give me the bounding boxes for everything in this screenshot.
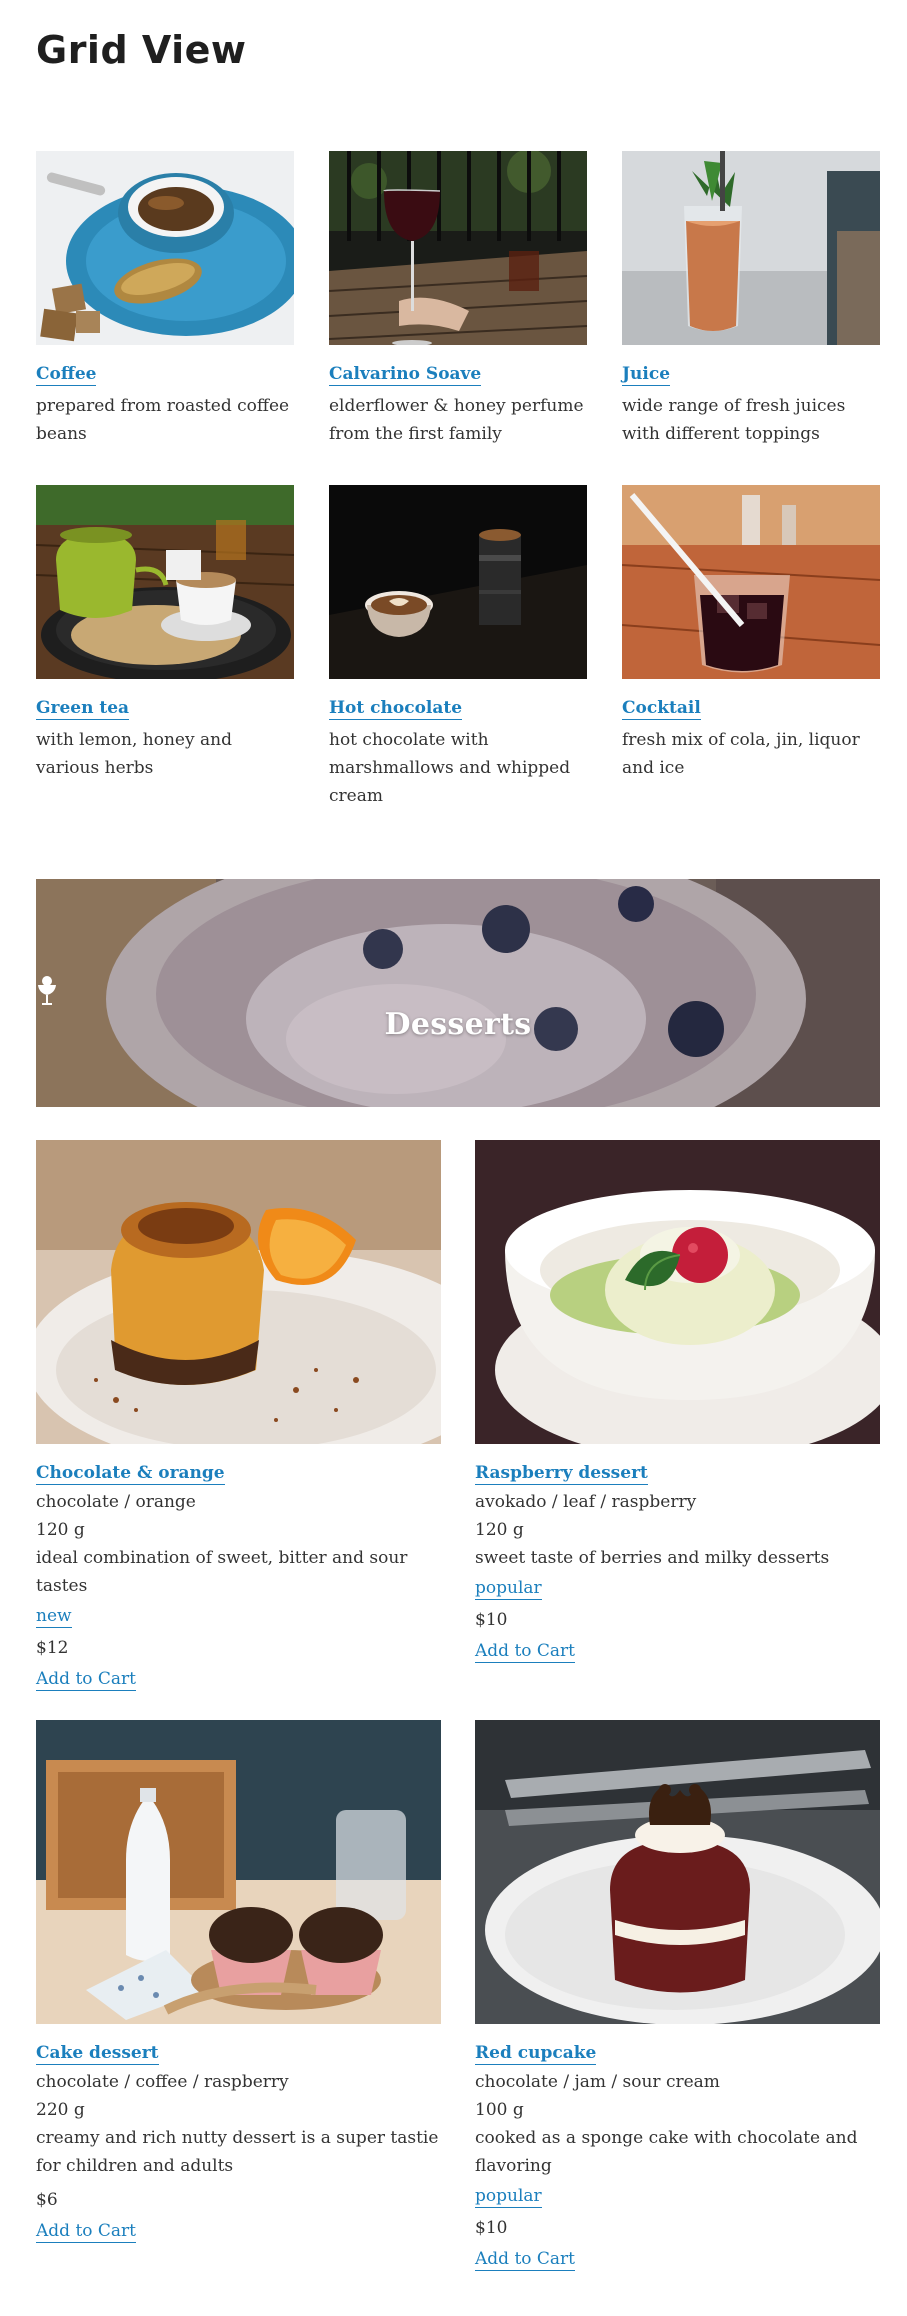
dessert-tag[interactable]: popular bbox=[475, 2185, 542, 2208]
desserts-banner: Desserts bbox=[36, 879, 880, 1107]
drink-card: Juice wide range of fresh juices with di… bbox=[622, 151, 880, 485]
cocktail-photo[interactable] bbox=[622, 485, 880, 679]
page-title: Grid View bbox=[36, 28, 247, 72]
drink-title-link[interactable]: Hot chocolate bbox=[329, 698, 463, 720]
hot-chocolate-photo[interactable] bbox=[329, 485, 587, 679]
banner-heading: Desserts bbox=[36, 975, 880, 1042]
dessert-description: ideal combination of sweet, bitter and s… bbox=[36, 1548, 408, 1596]
dessert-tag[interactable]: new bbox=[36, 1605, 72, 1628]
dessert-ingredients: avokado / leaf / raspberry bbox=[475, 1492, 697, 1512]
drink-card: Cocktail fresh mix of cola, jin, liquor … bbox=[622, 485, 880, 819]
desserts-grid: Chocolate & orange chocolate / orange 12… bbox=[36, 1140, 880, 2300]
drink-description: with lemon, honey and various herbs bbox=[36, 730, 232, 778]
dessert-description: cooked as a sponge cake with chocolate a… bbox=[475, 2128, 858, 2176]
cake-dessert-photo[interactable] bbox=[36, 1720, 441, 2024]
coffee-photo[interactable] bbox=[36, 151, 294, 345]
dessert-ingredients: chocolate / jam / sour cream bbox=[475, 2072, 720, 2092]
dessert-description: creamy and rich nutty dessert is a super… bbox=[36, 2128, 439, 2176]
add-to-cart-button[interactable]: Add to Cart bbox=[475, 2248, 576, 2271]
dessert-weight: 120 g bbox=[36, 1520, 85, 1540]
drink-description: elderflower & honey perfume from the fir… bbox=[329, 396, 584, 444]
wine-photo[interactable] bbox=[329, 151, 587, 345]
dessert-card: Chocolate & orange chocolate / orange 12… bbox=[36, 1140, 441, 1720]
dessert-card: Cake dessert chocolate / coffee / raspbe… bbox=[36, 1720, 441, 2300]
dessert-card: Raspberry dessert avokado / leaf / raspb… bbox=[475, 1140, 880, 1720]
red-cupcake-photo[interactable] bbox=[475, 1720, 880, 2024]
dessert-title-link[interactable]: Chocolate & orange bbox=[36, 1463, 225, 1485]
drink-title-link[interactable]: Green tea bbox=[36, 698, 130, 720]
add-to-cart-button[interactable]: Add to Cart bbox=[36, 2220, 137, 2243]
drink-card: Green tea with lemon, honey and various … bbox=[36, 485, 294, 819]
dessert-card: Red cupcake chocolate / jam / sour cream… bbox=[475, 1720, 880, 2300]
add-to-cart-button[interactable]: Add to Cart bbox=[475, 1640, 576, 1663]
dessert-title-link[interactable]: Red cupcake bbox=[475, 2043, 597, 2065]
dessert-weight: 220 g bbox=[36, 2100, 85, 2120]
add-to-cart-button[interactable]: Add to Cart bbox=[36, 1668, 137, 1691]
drink-description: prepared from roasted coffee beans bbox=[36, 396, 290, 444]
dessert-price: $10 bbox=[475, 2218, 508, 2238]
dessert-ingredients: chocolate / coffee / raspberry bbox=[36, 2072, 289, 2092]
banner-title: Desserts bbox=[384, 1007, 532, 1042]
green-tea-photo[interactable] bbox=[36, 485, 294, 679]
drink-description: fresh mix of cola, jin, liquor and ice bbox=[622, 730, 860, 778]
drinks-grid: Coffee prepared from roasted coffee bean… bbox=[36, 151, 880, 819]
drink-title-link[interactable]: Coffee bbox=[36, 364, 97, 386]
drink-card: Calvarino Soave elderflower & honey perf… bbox=[329, 151, 587, 485]
dessert-ingredients: chocolate / orange bbox=[36, 1492, 196, 1512]
drink-title-link[interactable]: Calvarino Soave bbox=[329, 364, 482, 386]
drink-description: hot chocolate with marshmallows and whip… bbox=[329, 730, 571, 806]
drink-card: Coffee prepared from roasted coffee bean… bbox=[36, 151, 294, 485]
dessert-weight: 100 g bbox=[475, 2100, 524, 2120]
dessert-title-link[interactable]: Cake dessert bbox=[36, 2043, 159, 2065]
dessert-price: $6 bbox=[36, 2190, 58, 2210]
ice-cream-icon bbox=[38, 976, 56, 1005]
juice-photo[interactable] bbox=[622, 151, 880, 345]
dessert-description: sweet taste of berries and milky dessert… bbox=[475, 1548, 830, 1568]
drink-description: wide range of fresh juices with differen… bbox=[622, 396, 846, 444]
dessert-price: $10 bbox=[475, 1610, 508, 1630]
drink-title-link[interactable]: Cocktail bbox=[622, 698, 701, 720]
drink-card: Hot chocolate hot chocolate with marshma… bbox=[329, 485, 587, 819]
drink-title-link[interactable]: Juice bbox=[622, 364, 671, 386]
chocolate-orange-photo[interactable] bbox=[36, 1140, 441, 1444]
raspberry-dessert-photo[interactable] bbox=[475, 1140, 880, 1444]
dessert-title-link[interactable]: Raspberry dessert bbox=[475, 1463, 648, 1485]
dessert-price: $12 bbox=[36, 1638, 69, 1658]
dessert-weight: 120 g bbox=[475, 1520, 524, 1540]
dessert-tag[interactable]: popular bbox=[475, 1577, 542, 1600]
